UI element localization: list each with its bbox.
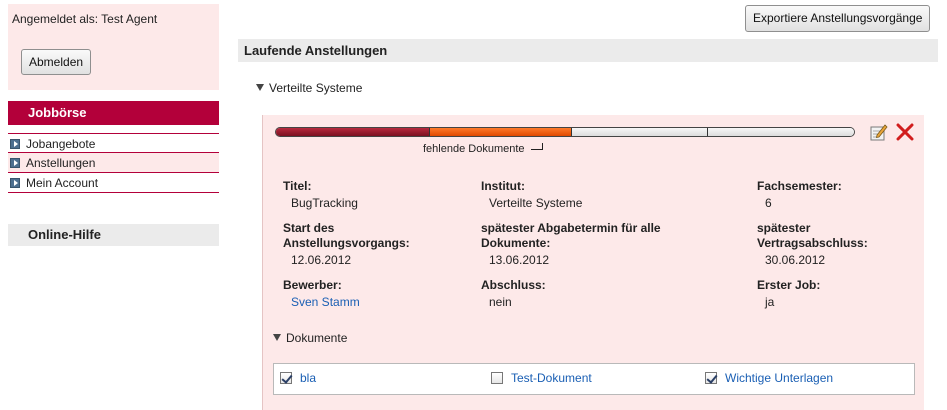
field-value: nein bbox=[489, 295, 512, 309]
nav-list: Jobangebote Anstellungen Mein Account bbox=[8, 133, 219, 193]
progress-segment-done bbox=[276, 128, 430, 136]
field-label: Start des bbox=[283, 221, 335, 235]
field-label: Vertragsabschluss: bbox=[757, 236, 868, 250]
field-label: Fachsemester: bbox=[757, 179, 842, 193]
field-label: Erster Job: bbox=[757, 278, 821, 292]
document-link[interactable]: bla bbox=[300, 371, 316, 385]
field-applicant: Bewerber: Sven Stamm bbox=[283, 278, 360, 310]
progress-segment-pending bbox=[706, 128, 854, 136]
field-label: spätester Abgabetermin für alle bbox=[481, 221, 661, 235]
field-label: spätester bbox=[757, 221, 811, 235]
field-label: Anstellungsvorgangs: bbox=[283, 236, 410, 250]
field-title: Titel: BugTracking bbox=[283, 179, 358, 211]
triangle-down-icon bbox=[273, 334, 281, 341]
progress-label-text: fehlende Dokumente bbox=[423, 143, 525, 155]
export-button[interactable]: Exportiere Anstellungsvorgänge bbox=[745, 5, 931, 32]
arrow-right-icon bbox=[10, 178, 20, 188]
field-value: 12.06.2012 bbox=[291, 253, 352, 267]
employment-item-panel: fehlende Dokumente Titel: BugTracking In… bbox=[262, 115, 924, 410]
field-value: ja bbox=[765, 295, 775, 309]
progress-segment-active bbox=[429, 128, 571, 136]
document-item: bla bbox=[280, 371, 316, 385]
field-completion: Abschluss: nein bbox=[481, 278, 546, 310]
documents-toggle[interactable]: Dokumente bbox=[273, 331, 347, 345]
field-value: 6 bbox=[765, 196, 772, 210]
field-value: Verteilte Systeme bbox=[489, 196, 583, 210]
online-help-link[interactable]: Online-Hilfe bbox=[8, 224, 219, 246]
group-title: Verteilte Systeme bbox=[269, 81, 363, 95]
logout-button[interactable]: Abmelden bbox=[21, 49, 92, 75]
step-marker-icon bbox=[530, 143, 545, 151]
documents-title: Dokumente bbox=[286, 331, 348, 345]
sidebar-item-label: Jobangebote bbox=[26, 137, 96, 151]
document-checkbox[interactable] bbox=[280, 372, 292, 384]
field-start: Start des Anstellungsvorgangs: 12.06.201… bbox=[283, 221, 410, 268]
sidebar-item-label: Anstellungen bbox=[26, 156, 96, 170]
progress-label: fehlende Dokumente bbox=[423, 143, 545, 155]
field-label: Abschluss: bbox=[481, 278, 546, 292]
edit-icon[interactable] bbox=[869, 122, 889, 142]
field-label: Dokumente: bbox=[481, 236, 551, 250]
document-item: Wichtige Unterlagen bbox=[705, 371, 833, 385]
applicant-link[interactable]: Sven Stamm bbox=[291, 295, 360, 309]
field-label: Titel: bbox=[283, 179, 312, 193]
sidebar-item-mein-account[interactable]: Mein Account bbox=[8, 173, 219, 193]
section-title: Laufende Anstellungen bbox=[238, 39, 938, 62]
triangle-down-icon bbox=[256, 84, 264, 91]
group-toggle[interactable]: Verteilte Systeme bbox=[256, 81, 362, 95]
field-label: Bewerber: bbox=[283, 278, 342, 292]
sidebar-item-label: Mein Account bbox=[26, 176, 99, 190]
field-label: Institut: bbox=[481, 179, 525, 193]
delete-icon[interactable] bbox=[895, 122, 915, 142]
field-first-job: Erster Job: ja bbox=[757, 278, 820, 310]
nav-title: Jobbörse bbox=[8, 101, 219, 125]
field-contract: spätester Vertragsabschluss: 30.06.2012 bbox=[757, 221, 868, 268]
document-link[interactable]: Wichtige Unterlagen bbox=[725, 371, 833, 385]
document-link[interactable]: Test-Dokument bbox=[511, 371, 592, 385]
login-status: Angemeldet als: Test Agent bbox=[12, 12, 158, 26]
login-box: Angemeldet als: Test Agent Abmelden bbox=[8, 4, 219, 90]
sidebar-item-anstellungen[interactable]: Anstellungen bbox=[8, 153, 219, 173]
document-checkbox[interactable] bbox=[705, 372, 717, 384]
field-value: 30.06.2012 bbox=[765, 253, 826, 267]
document-checkbox[interactable] bbox=[491, 372, 503, 384]
field-semester: Fachsemester: 6 bbox=[757, 179, 842, 211]
field-institute: Institut: Verteilte Systeme bbox=[481, 179, 582, 211]
sidebar-item-jobangebote[interactable]: Jobangebote bbox=[8, 133, 219, 153]
document-item: Test-Dokument bbox=[491, 371, 592, 385]
field-deadline: spätester Abgabetermin für alle Dokument… bbox=[481, 221, 661, 268]
progress-bar bbox=[275, 127, 855, 137]
field-value: 13.06.2012 bbox=[489, 253, 550, 267]
documents-list: bla Test-Dokument Wichtige Unterlagen bbox=[273, 363, 915, 395]
progress-segment-pending bbox=[570, 128, 707, 136]
arrow-right-icon bbox=[10, 158, 20, 168]
field-value: BugTracking bbox=[291, 196, 358, 210]
arrow-right-icon bbox=[10, 139, 20, 149]
